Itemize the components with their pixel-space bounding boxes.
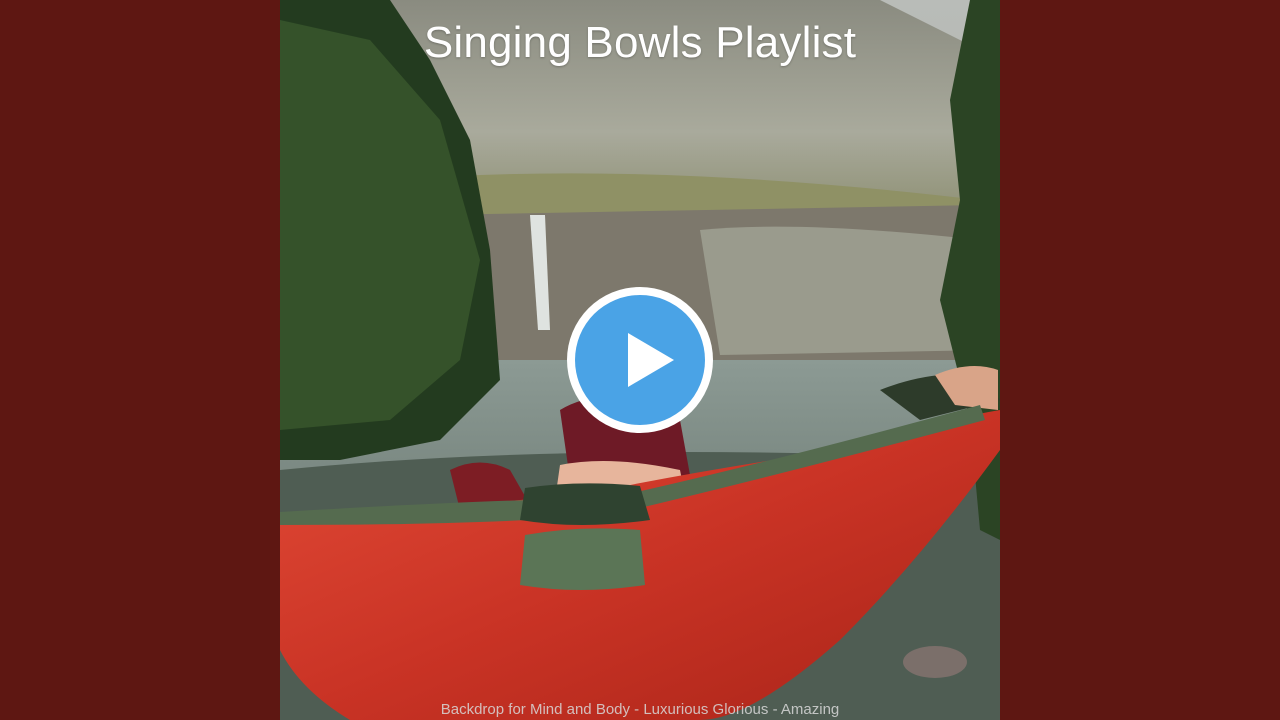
video-title: Singing Bowls Playlist xyxy=(423,18,857,67)
play-button-circle[interactable] xyxy=(575,295,705,425)
album-art: Singing Bowls Playlist Backdrop for Mind… xyxy=(280,0,1000,720)
play-icon[interactable] xyxy=(628,333,674,387)
video-player[interactable]: Singing Bowls Playlist Backdrop for Mind… xyxy=(0,0,1280,720)
track-caption: Backdrop for Mind and Body - Luxurious G… xyxy=(440,701,840,718)
play-button[interactable] xyxy=(567,287,713,433)
